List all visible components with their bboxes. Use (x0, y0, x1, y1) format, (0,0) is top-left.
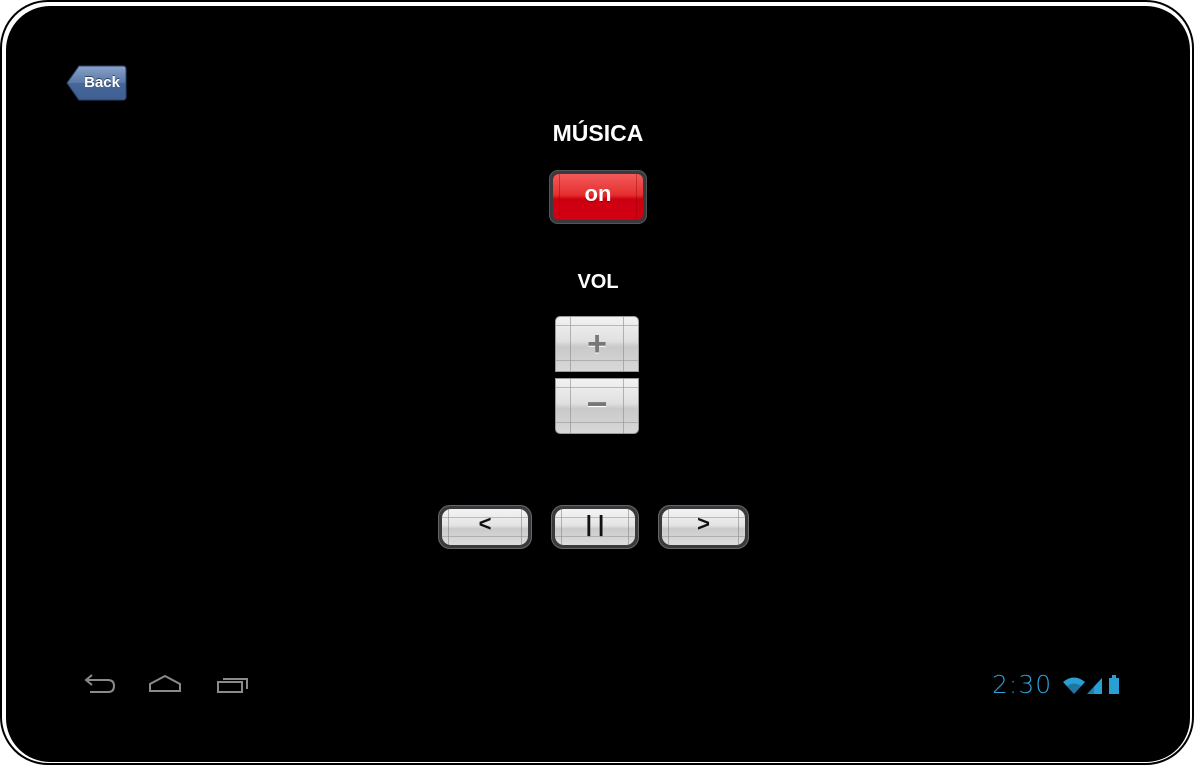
back-button[interactable]: Back (66, 65, 127, 101)
music-title: MÚSICA (552, 120, 644, 146)
music-toggle[interactable]: on (549, 170, 647, 224)
clock: 2:30 (992, 670, 1053, 699)
pause-button[interactable]: | | (551, 505, 639, 549)
signal-icon (1087, 678, 1102, 694)
previous-track-button[interactable]: < (438, 505, 532, 549)
volume-up-button[interactable]: + (555, 316, 639, 372)
home-icon[interactable] (148, 673, 182, 704)
minus-icon: − (586, 383, 608, 424)
previous-track-label: < (478, 511, 492, 536)
back-icon[interactable] (82, 673, 116, 704)
wifi-icon (1063, 677, 1085, 694)
battery-icon (1109, 675, 1119, 694)
volume-down-button[interactable]: − (555, 378, 639, 434)
back-button-label: Back (84, 74, 120, 91)
plus-icon: + (587, 325, 607, 363)
music-toggle-label: on (584, 181, 612, 206)
volume-title: VOL (577, 271, 619, 293)
app-screen: Back MÚSICA on VOL + − < | | > 2:30 (6, 6, 1190, 762)
next-track-button[interactable]: > (658, 505, 749, 549)
pause-label: | | (585, 511, 605, 536)
next-track-label: > (697, 511, 710, 536)
device-frame: Back MÚSICA on VOL + − < | | > 2:30 (0, 0, 1194, 765)
recent-apps-icon[interactable] (216, 673, 250, 704)
